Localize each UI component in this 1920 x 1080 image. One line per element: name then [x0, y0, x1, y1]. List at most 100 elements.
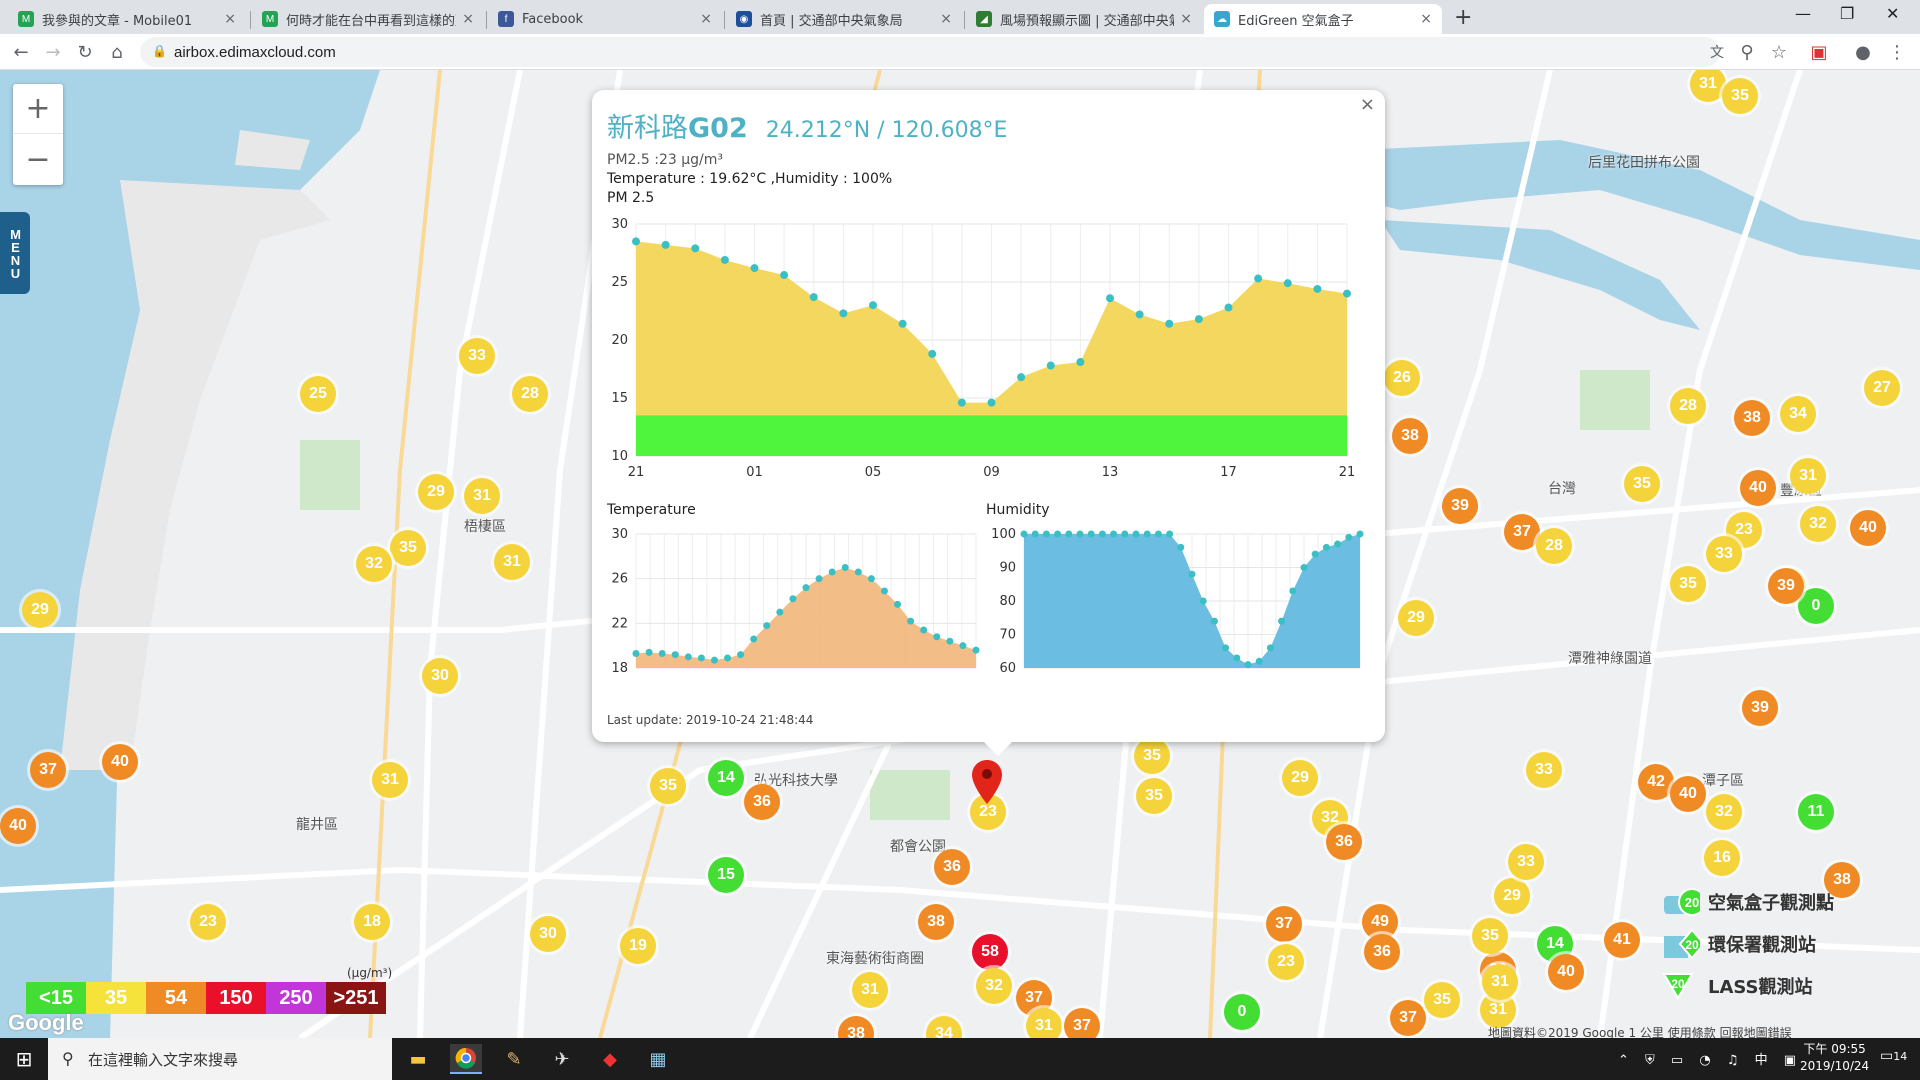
- airbox-marker[interactable]: 35: [1624, 466, 1660, 502]
- airbox-marker[interactable]: 35: [1472, 918, 1508, 954]
- airbox-marker[interactable]: 29: [1398, 600, 1434, 636]
- reload-button[interactable]: ↻: [72, 39, 98, 65]
- airbox-marker[interactable]: 39: [1768, 568, 1804, 604]
- airbox-marker[interactable]: 35: [1722, 78, 1758, 114]
- lass-station-type[interactable]: 20 LASS觀測站: [1660, 968, 1813, 1004]
- airbox-marker[interactable]: 29: [1282, 760, 1318, 796]
- close-tab-icon[interactable]: ×: [462, 11, 474, 27]
- airbox-marker[interactable]: 23: [1268, 944, 1304, 980]
- airbox-marker[interactable]: 35: [1424, 982, 1460, 1018]
- airbox-marker[interactable]: 35: [390, 530, 426, 566]
- tab-mobile01-articles[interactable]: M 我參與的文章 - Mobile01 ×: [8, 4, 246, 34]
- airbox-marker[interactable]: 27: [1864, 370, 1900, 406]
- airbox-marker[interactable]: 33: [1508, 844, 1544, 880]
- airbox-marker[interactable]: 14: [708, 760, 744, 796]
- home-button[interactable]: ⌂: [104, 39, 130, 65]
- airbox-marker[interactable]: 40: [0, 808, 36, 844]
- airbox-marker[interactable]: 38: [1734, 400, 1770, 436]
- app-icon[interactable]: ◆: [594, 1044, 626, 1074]
- airbox-marker[interactable]: 35: [1134, 738, 1170, 774]
- airbox-marker[interactable]: 40: [1850, 510, 1886, 546]
- airbox-marker[interactable]: 36: [1326, 824, 1362, 860]
- airbox-marker[interactable]: 32: [356, 546, 392, 582]
- airbox-marker[interactable]: 15: [708, 857, 744, 893]
- bookmark-star-icon[interactable]: ☆: [1766, 39, 1792, 65]
- airbox-marker[interactable]: 31: [464, 478, 500, 514]
- airbox-marker[interactable]: 40: [1548, 954, 1584, 990]
- airbox-marker[interactable]: 39: [1442, 488, 1478, 524]
- airbox-marker[interactable]: 28: [1670, 388, 1706, 424]
- airbox-marker[interactable]: 31: [494, 544, 530, 580]
- tab-mobile01-blue-sky[interactable]: M 何時才能在台中再看到這樣的藍 ×: [252, 4, 484, 34]
- close-window-button[interactable]: ✕: [1886, 4, 1899, 23]
- airbox-marker[interactable]: 30: [422, 658, 458, 694]
- close-tab-icon[interactable]: ×: [700, 11, 712, 27]
- zoom-in-button[interactable]: +: [13, 84, 63, 134]
- epa-station-type[interactable]: 20 環保署觀測站: [1660, 926, 1816, 962]
- app-icon[interactable]: ▦: [642, 1044, 674, 1074]
- airbox-marker[interactable]: 36: [934, 849, 970, 885]
- airbox-marker[interactable]: 31: [1026, 1008, 1062, 1038]
- airbox-marker[interactable]: 23: [190, 904, 226, 940]
- close-tab-icon[interactable]: ×: [1180, 11, 1192, 27]
- airbox-marker[interactable]: 31: [1790, 458, 1826, 494]
- airbox-marker[interactable]: 32: [1706, 794, 1742, 830]
- airbox-marker[interactable]: 25: [300, 376, 336, 412]
- notification-center-icon[interactable]: ▭14: [1880, 1048, 1907, 1064]
- tab-edigreen[interactable]: ☁ EdiGreen 空氣盒子 ×: [1204, 4, 1442, 34]
- restore-button[interactable]: ❐: [1840, 4, 1854, 23]
- back-button[interactable]: ←: [8, 39, 34, 65]
- airbox-station-type[interactable]: 20 空氣盒子觀測點: [1660, 884, 1834, 920]
- airbox-marker[interactable]: 29: [418, 474, 454, 510]
- airbox-marker[interactable]: 33: [1526, 752, 1562, 788]
- airbox-marker[interactable]: 30: [530, 916, 566, 952]
- airbox-marker[interactable]: 28: [1536, 528, 1572, 564]
- airbox-marker[interactable]: 33: [459, 338, 495, 374]
- airbox-marker[interactable]: 31: [852, 972, 888, 1008]
- airbox-marker[interactable]: 37: [1504, 514, 1540, 550]
- airbox-marker[interactable]: 40: [102, 744, 138, 780]
- windows-start-icon[interactable]: ⊞: [8, 1044, 40, 1074]
- airbox-marker[interactable]: 26: [1384, 360, 1420, 396]
- minimize-button[interactable]: —: [1795, 4, 1811, 23]
- zoom-icon[interactable]: ⚲: [1734, 39, 1760, 65]
- airbox-marker[interactable]: 34: [1780, 396, 1816, 432]
- file-explorer-icon[interactable]: ▬: [402, 1044, 434, 1074]
- airbox-marker[interactable]: 35: [650, 768, 686, 804]
- airbox-marker[interactable]: 37: [1064, 1008, 1100, 1038]
- airbox-marker[interactable]: 0: [1224, 994, 1260, 1030]
- address-bar[interactable]: 🔒 airbox.edimaxcloud.com: [140, 37, 1720, 67]
- menu-side-button[interactable]: MENU: [0, 212, 30, 294]
- airbox-marker[interactable]: 36: [1364, 934, 1400, 970]
- forward-button[interactable]: →: [40, 39, 66, 65]
- airbox-marker[interactable]: 39: [1742, 690, 1778, 726]
- close-tab-icon[interactable]: ×: [1420, 11, 1432, 27]
- airbox-marker[interactable]: 29: [1494, 878, 1530, 914]
- airbox-marker[interactable]: 58: [972, 934, 1008, 970]
- airbox-marker[interactable]: 29: [22, 592, 58, 628]
- airbox-marker[interactable]: 16: [1704, 840, 1740, 876]
- airbox-marker[interactable]: 32: [976, 968, 1012, 1004]
- airbox-marker[interactable]: 11: [1798, 794, 1834, 830]
- more-menu-icon[interactable]: ⋮: [1884, 39, 1910, 65]
- airbox-marker[interactable]: 28: [512, 376, 548, 412]
- app-icon[interactable]: ✈: [546, 1044, 578, 1074]
- airbox-marker[interactable]: 38: [1392, 418, 1428, 454]
- airbox-marker[interactable]: 37: [30, 752, 66, 788]
- airbox-marker[interactable]: 19: [620, 928, 656, 964]
- airbox-marker[interactable]: 31: [372, 762, 408, 798]
- airbox-marker[interactable]: 31: [1482, 964, 1518, 1000]
- airbox-marker[interactable]: 37: [1390, 1000, 1426, 1036]
- close-tab-icon[interactable]: ×: [940, 11, 952, 27]
- taskbar-clock[interactable]: 下午 09:55 2019/10/24: [1800, 1041, 1869, 1075]
- app-icon[interactable]: ✎: [498, 1044, 530, 1074]
- airbox-marker[interactable]: 42: [1638, 764, 1674, 800]
- airbox-marker[interactable]: 35: [1670, 566, 1706, 602]
- tab-cwb-wind[interactable]: ◢ 風場預報顯示圖 | 交通部中央氣象 ×: [966, 4, 1202, 34]
- airbox-marker[interactable]: 32: [1800, 506, 1836, 542]
- airbox-marker[interactable]: 0: [1798, 588, 1834, 624]
- zoom-out-button[interactable]: −: [13, 134, 63, 184]
- airbox-marker[interactable]: 41: [1604, 922, 1640, 958]
- taskbar-search-box[interactable]: ⚲ 在這裡輸入文字來搜尋: [48, 1038, 392, 1080]
- chrome-icon[interactable]: [450, 1044, 482, 1074]
